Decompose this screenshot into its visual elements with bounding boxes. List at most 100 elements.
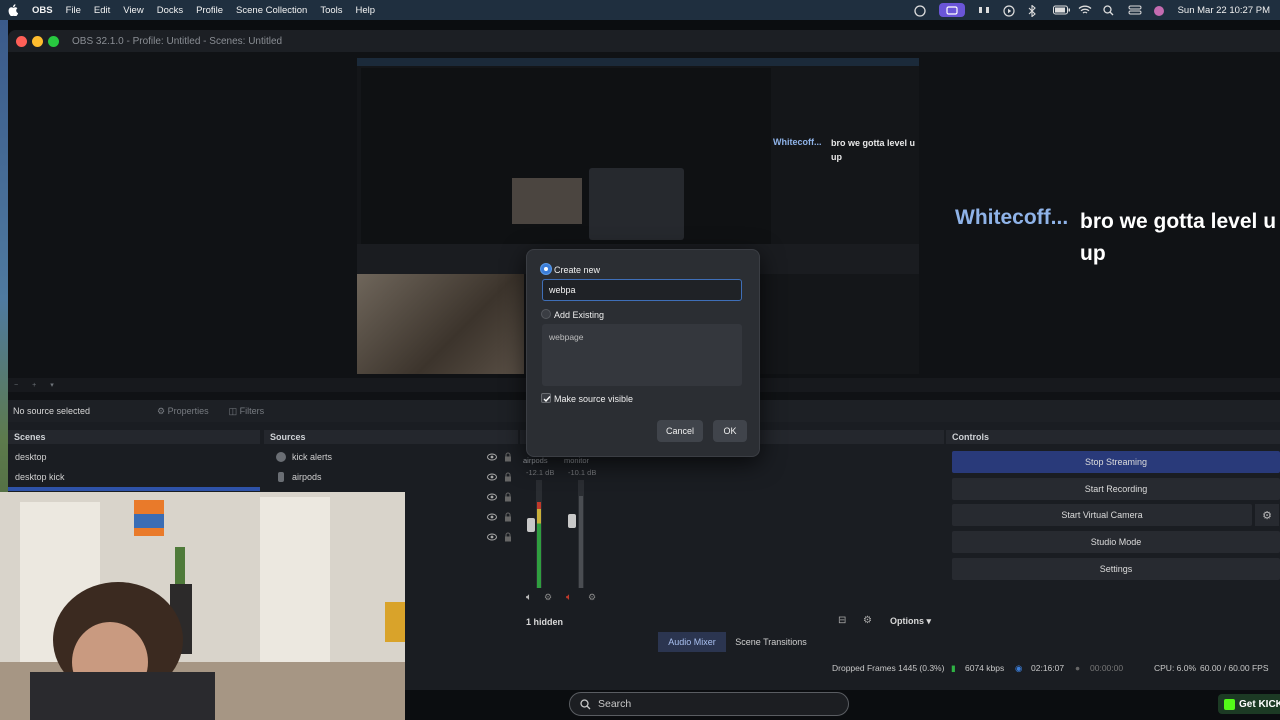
menu-file[interactable]: File — [66, 5, 81, 16]
control-icon[interactable] — [978, 5, 990, 15]
menu-help[interactable]: Help — [356, 5, 376, 16]
bluetooth-icon[interactable] — [1028, 4, 1040, 18]
canvas-webcam — [357, 274, 524, 374]
cancel-button[interactable]: Cancel — [657, 420, 703, 442]
webcam-image — [0, 492, 405, 720]
make-visible-label[interactable]: Make source visible — [554, 394, 633, 404]
eye-icon[interactable] — [487, 452, 497, 462]
chevron-down-icon[interactable]: ▾ — [50, 381, 54, 389]
status-app-icon[interactable] — [913, 5, 926, 17]
nested-dialog — [589, 168, 684, 240]
tab-scene-transitions[interactable]: Scene Transitions — [726, 632, 816, 652]
button-label: Start Recording — [1084, 484, 1148, 494]
ok-button[interactable]: OK — [713, 420, 747, 442]
gear-icon[interactable]: ⚙ — [863, 615, 872, 626]
menu-profile[interactable]: Profile — [196, 5, 223, 16]
add-existing-label[interactable]: Add Existing — [554, 310, 604, 320]
filters-button[interactable]: ◫ Filters — [225, 404, 269, 419]
eye-icon[interactable] — [487, 472, 497, 482]
stop-streaming-button[interactable]: Stop Streaming — [952, 451, 1280, 473]
start-recording-button[interactable]: Start Recording — [952, 478, 1280, 500]
menu-edit[interactable]: Edit — [94, 5, 110, 16]
settings-small-icon[interactable]: ⚙ — [544, 592, 552, 603]
zoom-in-icon[interactable]: + — [32, 382, 36, 389]
properties-button[interactable]: ⚙ Properties — [153, 404, 213, 419]
volume-slider-handle[interactable] — [527, 518, 535, 532]
options-button[interactable]: Options ▾ — [890, 616, 931, 627]
search-bar[interactable]: Search — [569, 692, 849, 716]
zoom-out-icon[interactable]: − — [14, 382, 18, 389]
button-label: Stop Streaming — [1084, 457, 1148, 467]
chat-message-large: bro we gotta level u up — [1080, 210, 1277, 265]
window-title: OBS 32.1.0 - Profile: Untitled - Scenes:… — [72, 35, 283, 47]
eye-icon[interactable] — [487, 512, 497, 522]
tab-audio-mixer[interactable]: Audio Mixer — [658, 632, 726, 652]
eye-icon[interactable] — [487, 492, 497, 502]
menu-tools[interactable]: Tools — [320, 5, 342, 16]
get-kick-button[interactable]: Get KICK — [1218, 694, 1280, 714]
stream-time: 02:16:07 — [1031, 663, 1065, 673]
lock-icon[interactable] — [504, 452, 512, 462]
zoom-window-button[interactable] — [48, 35, 59, 47]
eye-icon[interactable] — [487, 532, 497, 542]
screen-record-icon[interactable] — [938, 3, 965, 17]
close-window-button[interactable] — [16, 35, 27, 47]
lock-icon[interactable] — [504, 472, 512, 482]
no-source-label: No source selected — [13, 406, 91, 416]
source-row[interactable]: airpods — [270, 468, 514, 486]
lock-icon[interactable] — [504, 512, 512, 522]
checkmark-icon — [543, 396, 551, 403]
lock-icon[interactable] — [504, 532, 512, 542]
chat-message: bro we gotta level u up — [831, 138, 916, 162]
menu-docks[interactable]: Docks — [157, 5, 183, 16]
speaker-icon[interactable]: 🔈︎ — [526, 592, 532, 603]
scene-item[interactable]: desktop — [15, 452, 47, 462]
get-kick-label: Get KICK — [1239, 698, 1280, 710]
list-item[interactable]: webpage — [549, 332, 584, 342]
add-source-dialog: Create new Add Existing webpage Make sou… — [526, 249, 760, 457]
menu-app-name[interactable]: OBS — [32, 5, 53, 16]
nested-webcam — [512, 178, 582, 224]
scene-selected-row[interactable] — [8, 487, 260, 491]
menu-scene-collection[interactable]: Scene Collection — [236, 5, 307, 16]
webcam-overlay[interactable] — [0, 492, 405, 720]
button-label: Start Virtual Camera — [1061, 510, 1143, 520]
apple-icon[interactable] — [8, 4, 19, 17]
settings-button[interactable]: Settings — [952, 558, 1280, 580]
create-new-label[interactable]: Create new — [554, 265, 600, 275]
start-virtual-camera-button[interactable]: Start Virtual Camera — [952, 504, 1252, 526]
settings-small-icon[interactable]: ⚙ — [588, 592, 596, 603]
virtual-camera-settings-button[interactable]: ⚙ — [1255, 504, 1279, 526]
source-row[interactable]: kick alerts — [270, 448, 514, 466]
menu-view[interactable]: View — [123, 5, 143, 16]
gear-icon: ⚙ — [157, 405, 168, 416]
minimize-window-button[interactable] — [32, 35, 43, 47]
filter-icon: ◫ — [228, 405, 240, 416]
layout-icon[interactable]: ⊟ — [838, 615, 846, 626]
level-meter — [579, 496, 583, 588]
dropped-frames: Dropped Frames 1445 (0.3%) — [832, 663, 945, 673]
play-icon[interactable] — [1002, 5, 1015, 17]
volume-slider-handle[interactable] — [568, 514, 576, 528]
record-time: 00:00:00 — [1090, 663, 1124, 673]
source-name-input[interactable] — [542, 279, 742, 301]
existing-sources-list[interactable]: webpage — [542, 324, 742, 386]
studio-mode-button[interactable]: Studio Mode — [952, 531, 1280, 553]
mixer-channel-name: monitor — [564, 456, 590, 465]
lock-icon[interactable] — [504, 492, 512, 502]
hidden-count[interactable]: 1 hidden — [526, 617, 563, 627]
battery-icon[interactable] — [1052, 5, 1070, 15]
wifi-icon[interactable] — [1078, 5, 1092, 15]
button-label: Settings — [1099, 564, 1133, 574]
create-new-radio[interactable] — [541, 264, 551, 274]
properties-label: Properties — [167, 405, 209, 416]
muted-speaker-icon[interactable]: 🔈︎ — [566, 592, 572, 603]
control-center-icon[interactable] — [1128, 5, 1142, 15]
tab-label: Scene Transitions — [735, 637, 807, 647]
menubar-clock[interactable]: Sun Mar 22 10:27 PM — [1178, 5, 1270, 16]
search-icon[interactable] — [1102, 5, 1115, 16]
add-existing-radio[interactable] — [541, 309, 551, 319]
make-visible-checkbox[interactable] — [541, 393, 551, 403]
siri-icon[interactable] — [1153, 5, 1165, 16]
scene-item[interactable]: desktop kick — [15, 472, 65, 482]
